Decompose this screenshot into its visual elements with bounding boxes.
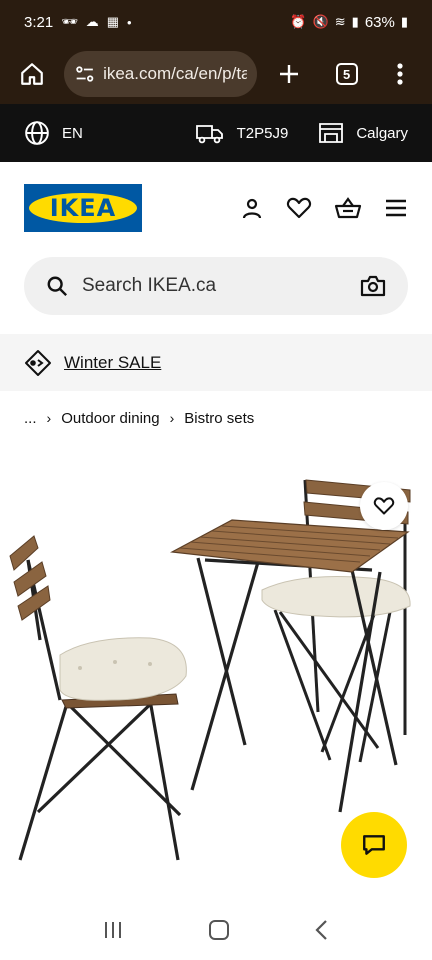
chat-button[interactable]	[341, 812, 407, 878]
basket-icon[interactable]	[334, 196, 362, 220]
system-nav-bar	[0, 900, 432, 960]
globe-icon	[25, 121, 49, 145]
favourite-button[interactable]	[360, 482, 408, 530]
camera-icon[interactable]	[360, 274, 386, 298]
user-icon[interactable]	[240, 196, 264, 220]
chevron-right-icon: ›	[169, 410, 175, 426]
site-header: IKEA	[0, 162, 432, 254]
tag-icon	[25, 349, 51, 376]
menu-icon[interactable]	[384, 198, 408, 218]
chat-icon	[363, 835, 385, 855]
status-time: 3:21	[24, 13, 54, 31]
url-settings-icon[interactable]	[74, 63, 96, 85]
store-selector[interactable]: Calgary	[318, 121, 408, 145]
heart-icon	[373, 497, 395, 515]
breadcrumb: ... › Outdoor dining › Bistro sets	[24, 406, 254, 430]
cloud-icon: ☁	[85, 14, 99, 29]
browser-toolbar: ikea.com/ca/en/p/ta 5	[0, 44, 432, 104]
tabs-icon: 5	[335, 63, 358, 85]
recents-icon[interactable]	[102, 920, 124, 940]
store-icon	[319, 123, 344, 143]
logo-text: IKEA	[29, 193, 137, 223]
locale-strip: EN T2P5J9 Calgary	[0, 104, 432, 162]
incognito-icon: 🕶	[61, 14, 78, 29]
url-text: ikea.com/ca/en/p/ta	[103, 64, 248, 83]
home-button[interactable]	[14, 56, 50, 92]
back-icon[interactable]	[314, 919, 330, 941]
breadcrumb-bistro-sets[interactable]: Bistro sets	[184, 410, 254, 427]
language-label: EN	[62, 124, 83, 142]
tab-switcher-button[interactable]: 5	[329, 56, 365, 92]
battery-level: 63%	[364, 13, 395, 31]
status-bar: 3:21 🕶 ☁ ▦ • ⏰ 🔇 ≋ ▮ 63% ▮	[0, 0, 432, 44]
battery-icon: ▮	[400, 14, 408, 29]
breadcrumb-ellipsis[interactable]: ...	[24, 410, 37, 427]
postal-code-selector[interactable]: T2P5J9	[195, 121, 289, 145]
more-icon	[397, 63, 403, 85]
promo-banner[interactable]: Winter SALE	[0, 334, 432, 391]
wifi-icon: ≋	[334, 14, 346, 29]
url-bar[interactable]: ikea.com/ca/en/p/ta	[63, 51, 258, 97]
home-icon	[20, 63, 43, 85]
store-label: Calgary	[356, 124, 408, 142]
browser-menu-button[interactable]	[382, 56, 418, 92]
new-tab-button[interactable]	[271, 56, 307, 92]
heart-icon[interactable]	[286, 196, 312, 220]
ikea-logo[interactable]: IKEA	[24, 184, 142, 232]
alarm-icon: ⏰	[290, 14, 307, 29]
calendar-icon: ▦	[106, 14, 120, 29]
language-selector[interactable]: EN	[24, 120, 83, 146]
search-input[interactable]: Search IKEA.ca	[24, 257, 408, 315]
search-icon	[47, 276, 68, 297]
dot-icon: •	[127, 14, 132, 30]
mute-icon: 🔇	[312, 14, 329, 29]
chevron-right-icon: ›	[46, 410, 52, 426]
plus-icon	[280, 65, 299, 83]
signal-icon: ▮	[351, 14, 359, 29]
truck-icon	[195, 125, 223, 144]
promo-link[interactable]: Winter SALE	[64, 353, 161, 373]
breadcrumb-outdoor-dining[interactable]: Outdoor dining	[61, 410, 159, 427]
search-placeholder: Search IKEA.ca	[82, 275, 217, 296]
postal-code-label: T2P5J9	[236, 124, 289, 142]
home-nav-icon[interactable]	[208, 919, 230, 941]
